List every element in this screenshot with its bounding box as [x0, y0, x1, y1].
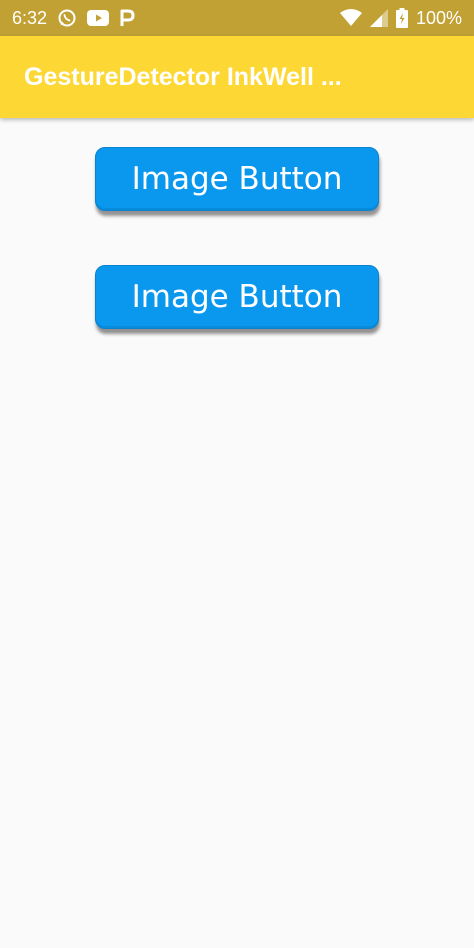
app-title: GestureDetector InkWell ... — [24, 62, 342, 91]
image-button-1[interactable]: Image Button — [95, 147, 379, 211]
wifi-icon — [339, 9, 362, 27]
app-bar: GestureDetector InkWell ... — [0, 36, 474, 118]
status-bar: 6:32 100% — [0, 0, 474, 36]
battery-icon — [395, 8, 408, 28]
battery-percent: 100% — [415, 7, 462, 28]
content-area: Image Button Image Button — [0, 118, 474, 948]
cell-signal-icon — [369, 9, 388, 27]
status-left: 6:32 — [12, 8, 135, 29]
status-time: 6:32 — [12, 7, 48, 28]
image-button-2-label: Image Button — [131, 279, 343, 315]
status-right: 100% — [339, 7, 462, 29]
whatsapp-icon — [57, 8, 77, 28]
image-button-2[interactable]: Image Button — [95, 265, 379, 329]
parking-icon — [119, 9, 135, 27]
image-button-1-label: Image Button — [131, 161, 343, 197]
youtube-icon — [87, 10, 110, 26]
